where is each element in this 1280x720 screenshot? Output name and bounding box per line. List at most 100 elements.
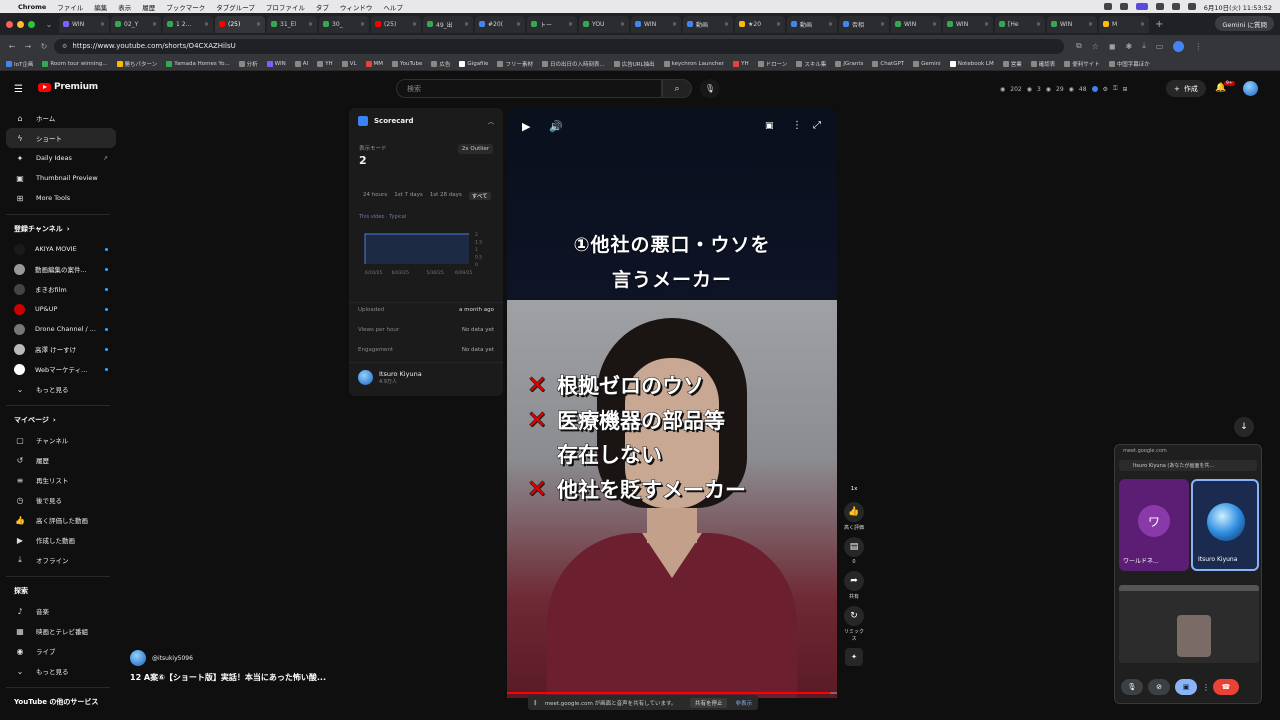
bookmark-item[interactable]: 勝ちパターン <box>116 60 157 68</box>
tab-close-icon[interactable]: × <box>516 21 521 28</box>
tab-close-icon[interactable]: × <box>360 21 365 28</box>
next-video-button[interactable]: ↓ <box>1234 417 1254 437</box>
bookmark-item[interactable]: JGrants <box>835 60 863 67</box>
hide-banner-button[interactable]: 非表示 <box>735 699 752 707</box>
captions-icon[interactable]: ▣ <box>765 121 774 131</box>
browser-tab[interactable]: 動画 × <box>683 15 733 33</box>
new-tab-button[interactable]: + <box>1155 19 1163 30</box>
meet-pip-window[interactable]: meet.google.com Itsuro Kiyuna (あなたが画面を共.… <box>1114 444 1262 704</box>
range-option[interactable]: 24 hours <box>363 192 387 200</box>
grid-icon[interactable]: ⊞ <box>1123 86 1128 93</box>
sidebar-item[interactable]: 👍 高く評価した動画 <box>6 510 116 530</box>
profile-avatar[interactable] <box>1173 40 1185 52</box>
self-tile[interactable]: Itsuro Kiyuna <box>1191 479 1259 571</box>
extension-icon[interactable] <box>1091 86 1098 92</box>
sidebar-item[interactable]: ▣ Thumbnail Preview <box>6 168 116 188</box>
tab-close-icon[interactable]: × <box>152 21 157 28</box>
playback-speed[interactable]: 1x <box>842 486 866 492</box>
bookmark-item[interactable]: ChatGPT <box>872 60 904 67</box>
bookmark-item[interactable]: スキル集 <box>796 60 826 68</box>
browser-tab[interactable]: WIN × <box>631 15 681 33</box>
tab-close-icon[interactable]: × <box>1036 21 1041 28</box>
browser-tab[interactable]: (25) × <box>371 15 421 33</box>
tab-close-icon[interactable]: × <box>308 21 313 28</box>
show-more-button[interactable]: ⌄ もっと見る <box>6 379 116 399</box>
search-icon[interactable] <box>1187 3 1196 10</box>
sidebar-item[interactable]: 高澤 けーすけ <box>6 339 116 359</box>
status-icon[interactable] <box>1119 3 1128 10</box>
bookmark-item[interactable]: keychron Launcher <box>663 60 724 67</box>
sidebar-item[interactable]: ≡ 再生リスト <box>6 470 116 490</box>
browser-tab[interactable]: (25) × <box>215 15 265 33</box>
browser-tab[interactable]: M × <box>1099 15 1149 33</box>
browser-tab[interactable]: #20(× <box>475 15 525 33</box>
progress-bar[interactable] <box>507 692 837 694</box>
status-icon[interactable] <box>1155 3 1164 10</box>
menu-app-name[interactable]: Chrome <box>18 3 46 11</box>
browser-tab[interactable]: 動画 × <box>787 15 837 33</box>
sidebar-item[interactable]: UP&UP <box>6 299 116 319</box>
search-button[interactable]: ⌕ <box>662 79 692 98</box>
browser-tab[interactable]: 49_出 × <box>423 15 473 33</box>
site-info-icon[interactable]: ⚙ <box>62 43 67 50</box>
bookmark-item[interactable]: ドローン <box>757 60 787 68</box>
bookmark-item[interactable]: 中国字幕ほか <box>1108 60 1150 68</box>
comments-button[interactable]: ▤ <box>844 537 864 557</box>
menu-item[interactable]: 編集 <box>94 2 107 12</box>
participant-tile[interactable]: ワ ワールドネ... <box>1119 479 1189 571</box>
back-icon[interactable]: ← <box>6 42 18 51</box>
tab-close-icon[interactable]: × <box>1088 21 1093 28</box>
bookmark-item[interactable]: フリー素材 <box>497 60 533 68</box>
zoom-window-button[interactable] <box>28 20 35 28</box>
menu-item[interactable]: ウィンドウ <box>340 2 373 12</box>
fullscreen-icon[interactable]: ⤢ <box>813 120 821 131</box>
tab-close-icon[interactable]: × <box>828 21 833 28</box>
browser-tab[interactable]: WIN × <box>943 15 993 33</box>
sidebar-item[interactable]: ↺ 履歴 <box>6 450 116 470</box>
play-icon[interactable]: ▶ <box>522 120 530 133</box>
menu-item[interactable]: ブックマーク <box>166 2 205 12</box>
side-panel-icon[interactable]: ▭ <box>1156 42 1164 51</box>
tab-close-icon[interactable]: × <box>776 21 781 28</box>
sound-button[interactable]: ✦ <box>845 648 863 666</box>
bookmark-item[interactable]: Notebook LM <box>949 60 994 67</box>
bookmark-item[interactable]: WIN <box>266 60 286 67</box>
browser-tab[interactable]: 1 2... × <box>163 15 213 33</box>
browser-tab[interactable]: 31_El × <box>267 15 317 33</box>
menu-item[interactable]: タブ <box>316 2 329 12</box>
voice-search-button[interactable]: 🎙 <box>700 79 720 98</box>
sidebar-item[interactable]: ϟ ショート <box>6 128 116 148</box>
browser-tab[interactable]: [He × <box>995 15 1045 33</box>
reload-icon[interactable]: ↻ <box>38 42 50 51</box>
tab-search-icon[interactable]: ⌄ <box>43 20 55 29</box>
volume-icon[interactable]: 🔊 <box>549 120 563 133</box>
tab-close-icon[interactable]: × <box>724 21 729 28</box>
tab-close-icon[interactable]: × <box>1140 21 1145 28</box>
minimize-window-button[interactable] <box>17 20 24 28</box>
close-window-button[interactable] <box>6 20 13 28</box>
share-button[interactable]: ➦ <box>844 571 864 591</box>
range-option[interactable]: すべて <box>468 192 491 200</box>
menu-hamburger-icon[interactable]: ☰ <box>14 84 23 95</box>
extensions-puzzle-icon[interactable]: ✱ <box>1126 42 1133 51</box>
menu-item[interactable]: ヘルプ <box>383 2 403 12</box>
browser-tab[interactable]: トー × <box>527 15 577 33</box>
scorecard-channel[interactable]: Itsuro Kiyuna 4.9万人 <box>358 370 422 385</box>
sidebar-item[interactable]: ◷ 後で見る <box>6 490 116 510</box>
video-channel[interactable]: @itsukiy5096 <box>130 650 193 666</box>
shorts-player[interactable]: ▶ 🔊 ▣ ⋮ ⤢ ①他社の悪口・ウソを 言うメーカー ✕ 根拠ゼロのウソ ✕ 医療… <box>507 108 837 698</box>
address-bar[interactable]: ⚙ https://www.youtube.com/shorts/O4CXAZH… <box>54 38 1064 54</box>
bookmark-item[interactable]: IoT企画 <box>6 60 33 68</box>
present-button[interactable]: ▣ <box>1175 679 1197 695</box>
video-title[interactable]: 12 A案⑥【ショート版】実話！本当にあった怖い酸... <box>130 672 326 683</box>
sidebar-item[interactable]: ⤓ オフライン <box>6 550 116 570</box>
hang-up-button[interactable]: ☎ <box>1213 679 1239 695</box>
account-avatar[interactable] <box>1243 81 1258 96</box>
sidebar-item[interactable]: Webマーケティ... <box>6 359 116 379</box>
more-options-icon[interactable]: ⋮ <box>792 120 802 131</box>
browser-tab[interactable]: WIN × <box>891 15 941 33</box>
bookmark-item[interactable]: 便利サイト <box>1064 60 1100 68</box>
bookmark-item[interactable]: Gemini <box>913 60 941 67</box>
sidebar-item[interactable]: ▢ チャンネル <box>6 430 116 450</box>
tab-close-icon[interactable]: × <box>100 21 105 28</box>
